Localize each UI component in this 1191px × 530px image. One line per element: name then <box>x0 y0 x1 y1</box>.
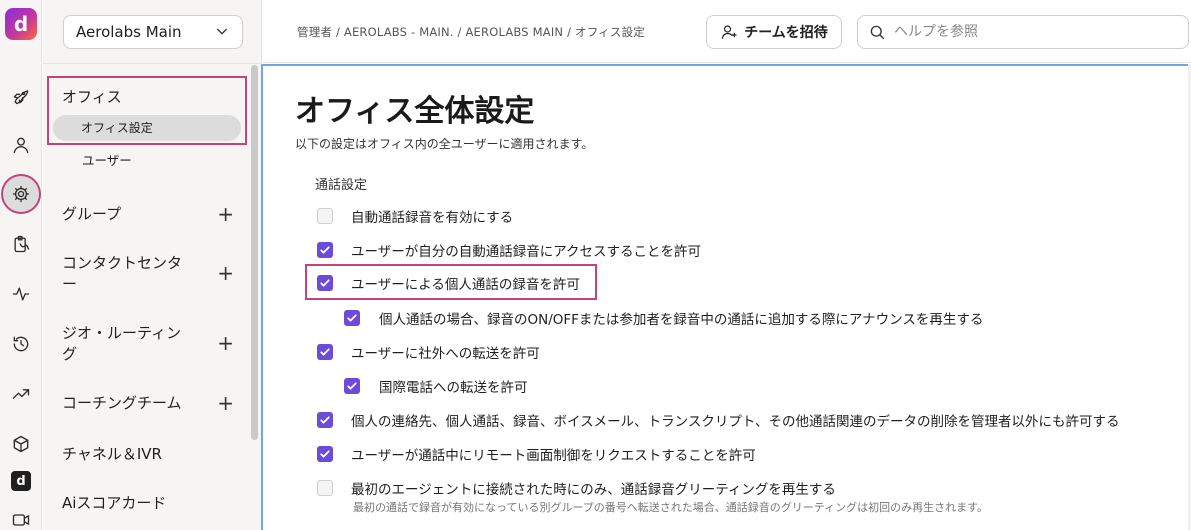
sidebar-item-label: コンタクトセンタ ー <box>62 254 183 293</box>
option-personal-call-recording[interactable]: ユーザーによる個人通話の録音を許可 <box>317 273 580 293</box>
option-label: 個人通話の場合、録音のON/OFFまたは参加者を録音中の通話に追加する際にアナウ… <box>379 312 984 328</box>
icon-rail: d d <box>0 0 42 530</box>
sidebar-item-groups[interactable]: グループ + <box>62 204 234 225</box>
section-heading-call-settings: 通話設定 <box>315 178 368 193</box>
option-note: 最初の通話で録音が有効になっている別グループの番号へ転送された場合、通話録音のグ… <box>353 501 989 514</box>
checkbox[interactable] <box>317 446 333 462</box>
history-icon[interactable] <box>9 332 33 356</box>
breadcrumb: 管理者 / AEROLABS - MAIN. / AEROLABS MAIN /… <box>297 25 645 39</box>
option-label: ユーザーが自分の自動通話録音にアクセスすることを許可 <box>351 244 702 260</box>
option-international-transfer[interactable]: 国際電話への転送を許可 <box>344 376 528 396</box>
option-data-deletion[interactable]: 個人の連絡先、個人通話、録音、ボイスメール、トランスクリプト、その他通話関連のデ… <box>317 410 1120 430</box>
trending-icon[interactable] <box>9 382 33 406</box>
office-selector[interactable]: Aerolabs Main <box>63 15 243 49</box>
rocket-icon[interactable] <box>9 84 33 108</box>
activity-icon[interactable] <box>9 282 33 306</box>
sidebar-scrollbar[interactable] <box>251 65 258 440</box>
search-icon <box>870 25 885 40</box>
option-label: 個人の連絡先、個人通話、録音、ボイスメール、トランスクリプト、その他通話関連のデ… <box>351 414 1120 430</box>
checkbox[interactable] <box>317 344 333 360</box>
plus-icon[interactable]: + <box>217 263 234 295</box>
option-label: ユーザーに社外への転送を許可 <box>351 346 540 362</box>
sidebar-item-office-settings[interactable]: オフィス設定 <box>53 115 241 141</box>
sidebar-item-label: グループ <box>62 205 122 223</box>
add-user-icon <box>721 25 737 39</box>
sidebar-item-label: ジオ・ルーティン グ <box>62 324 182 363</box>
option-label: 最初のエージェントに接続された時にのみ、通話録音グリーティングを再生する <box>351 482 836 498</box>
app-window: d d Aerolabs Main オフィス オフィス設定 ユーザー グループ … <box>0 0 1191 530</box>
checkbox[interactable] <box>344 310 360 326</box>
checkbox[interactable] <box>344 378 360 394</box>
office-name: Aerolabs Main <box>76 23 182 41</box>
option-label: ユーザーによる個人通話の録音を許可 <box>351 277 580 293</box>
dialpad-logo-icon[interactable]: d <box>11 471 31 491</box>
checkbox[interactable] <box>317 275 333 291</box>
invite-team-button[interactable]: チームを招待 <box>706 15 842 49</box>
sidebar-item-coaching-team[interactable]: コーチングチーム + <box>62 393 234 414</box>
invite-team-label: チームを招待 <box>744 25 828 41</box>
top-header: 管理者 / AEROLABS - MAIN. / AEROLABS MAIN /… <box>263 0 1191 63</box>
dialpad-logo[interactable]: d <box>5 8 37 40</box>
plus-icon[interactable]: + <box>217 393 234 414</box>
option-remote-control[interactable]: ユーザーが通話中にリモート画面制御をリクエストすることを許可 <box>317 444 756 464</box>
clipboard-icon[interactable] <box>9 232 33 256</box>
gear-icon[interactable] <box>3 176 39 212</box>
page-subtitle: 以下の設定はオフィス内の全ユーザーに適用されます。 <box>295 137 594 151</box>
settings-sidebar: Aerolabs Main オフィス オフィス設定 ユーザー グループ + コン… <box>43 0 262 530</box>
person-icon[interactable] <box>9 133 33 157</box>
plus-icon[interactable]: + <box>217 204 234 225</box>
option-label: ユーザーが通話中にリモート画面制御をリクエストすることを許可 <box>351 448 756 464</box>
sidebar-item-users[interactable]: ユーザー <box>82 150 132 169</box>
option-external-transfer[interactable]: ユーザーに社外への転送を許可 <box>317 342 540 362</box>
help-search[interactable] <box>857 15 1189 49</box>
option-recording-announcement[interactable]: 個人通話の場合、録音のON/OFFまたは参加者を録音中の通話に追加する際にアナウ… <box>344 308 983 328</box>
cube-icon[interactable] <box>9 432 33 456</box>
option-greeting-first-agent[interactable]: 最初のエージェントに接続された時にのみ、通話録音グリーティングを再生する <box>317 478 836 498</box>
search-input[interactable] <box>894 24 1174 40</box>
sidebar-item-channels-ivr[interactable]: チャネル＆IVR <box>62 443 162 464</box>
chevron-down-icon <box>214 23 230 42</box>
page-title: オフィス全体設定 <box>295 94 535 129</box>
divider <box>43 63 262 64</box>
sidebar-item-contact-center[interactable]: コンタクトセンタ ー + <box>62 253 234 295</box>
sidebar-item-office[interactable]: オフィス <box>62 86 122 107</box>
checkbox[interactable] <box>317 412 333 428</box>
sidebar-item-geo-routing[interactable]: ジオ・ルーティン グ + <box>62 323 234 365</box>
option-auto-recording[interactable]: 自動通話録音を有効にする <box>317 206 513 226</box>
option-label: 自動通話録音を有効にする <box>351 210 514 226</box>
option-label: 国際電話への転送を許可 <box>379 380 528 396</box>
main-content: オフィス全体設定 以下の設定はオフィス内の全ユーザーに適用されます。 通話設定 … <box>261 64 1188 530</box>
checkbox[interactable] <box>317 208 333 224</box>
option-access-own-recordings[interactable]: ユーザーが自分の自動通話録音にアクセスすることを許可 <box>317 240 701 260</box>
video-icon[interactable] <box>9 508 33 530</box>
sidebar-item-ai-scorecard[interactable]: Aiスコアカード <box>62 492 166 513</box>
checkbox[interactable] <box>317 480 333 496</box>
plus-icon[interactable]: + <box>217 333 234 365</box>
checkbox[interactable] <box>317 242 333 258</box>
sidebar-item-label: コーチングチーム <box>62 394 182 412</box>
